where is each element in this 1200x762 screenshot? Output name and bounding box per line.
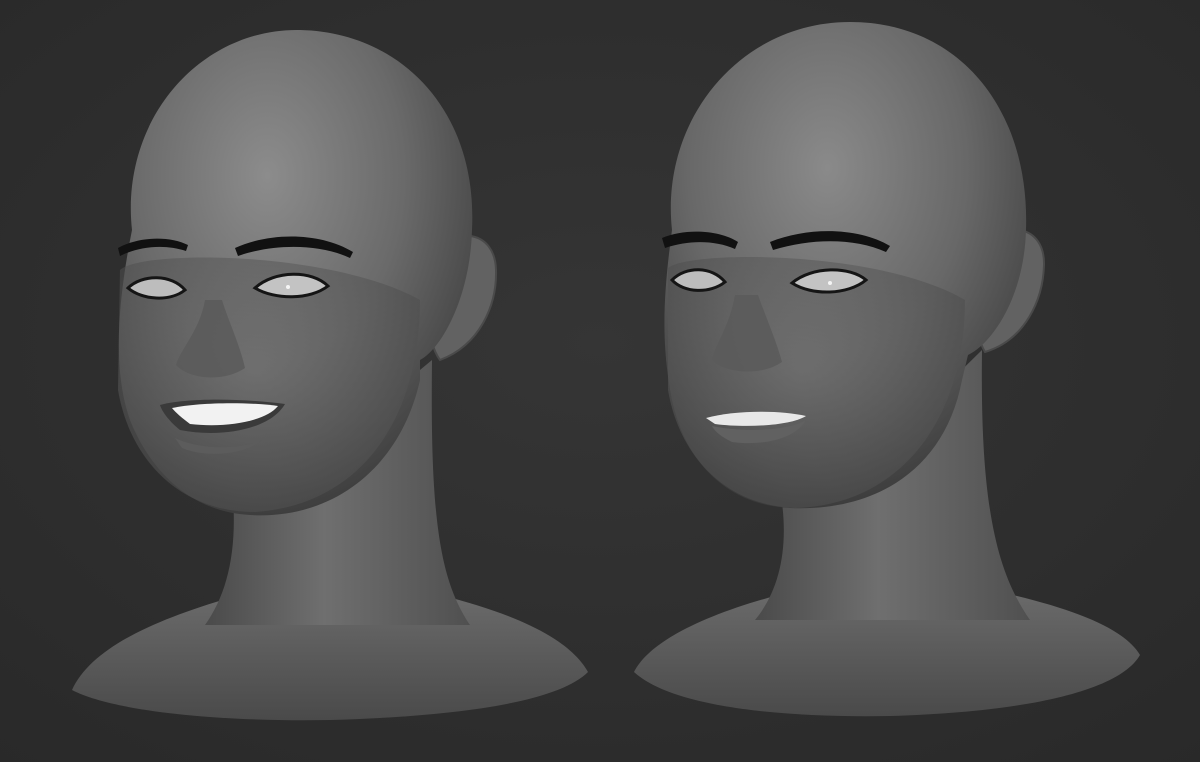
render-viewport [0,0,1200,762]
